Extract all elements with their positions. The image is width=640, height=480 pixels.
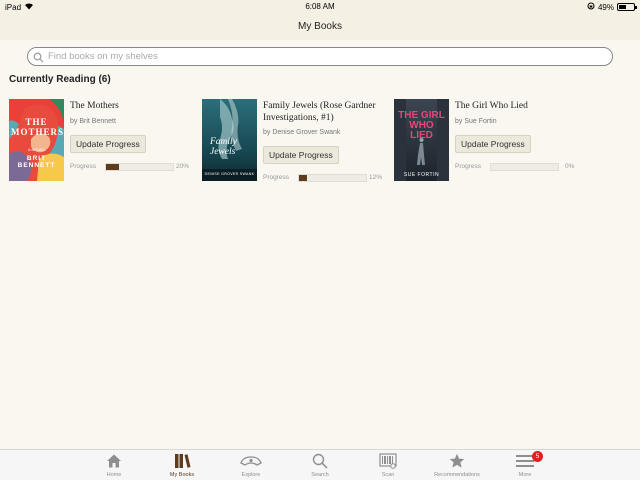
tab-more[interactable]: 5 More — [495, 451, 555, 480]
star-icon — [427, 453, 487, 470]
home-icon — [84, 453, 144, 470]
status-bar: iPad 6:08 AM 49% — [0, 0, 640, 14]
books-icon — [152, 453, 212, 470]
cover-author-text: DENISE GROVER SWANK — [204, 172, 255, 176]
book-cover[interactable]: Family Jewels DENISE GROVER SWANK — [202, 99, 257, 181]
cover-title-text: Family Jewels — [210, 137, 237, 157]
book-card: THE GIRL WHO LIED SUE FORTIN The Girl Wh… — [394, 99, 579, 184]
book-cover[interactable]: THE MOTHERS A NOVEL BRIT BENNETT — [9, 99, 64, 181]
book-author[interactable]: by Sue Fortin — [455, 118, 497, 125]
progress-percent: 12% — [369, 174, 383, 181]
notification-badge: 5 — [532, 451, 543, 462]
status-right: 49% — [587, 2, 637, 12]
progress-percent: 0% — [565, 163, 575, 170]
book-card: Family Jewels DENISE GROVER SWANK Family… — [202, 99, 387, 184]
book-cover[interactable]: THE GIRL WHO LIED SUE FORTIN — [394, 99, 449, 181]
book-card: THE MOTHERS A NOVEL BRIT BENNETT The Mot… — [9, 99, 194, 184]
tab-label: Explore — [241, 472, 261, 478]
cover-author-text: BRIT BENNETT — [17, 155, 56, 169]
progress-fill — [106, 164, 120, 170]
book-title[interactable]: Family Jewels (Rose Gardner Investigatio… — [263, 100, 387, 124]
tab-search[interactable]: Search — [290, 453, 350, 480]
explore-icon — [221, 453, 281, 470]
page-title: My Books — [0, 14, 640, 40]
cover-subtitle-text: A NOVEL — [27, 147, 46, 152]
battery-icon — [617, 3, 637, 11]
section-title: Currently Reading (6) — [9, 74, 111, 85]
tab-label: Home — [106, 472, 122, 478]
update-progress-button[interactable]: Update Progress — [455, 135, 531, 153]
progress-percent: 20% — [176, 163, 190, 170]
progress-label: Progress — [263, 174, 290, 181]
progress-bar — [490, 163, 559, 171]
cover-title-text: THE MOTHERS — [11, 117, 64, 137]
progress-bar — [105, 163, 174, 171]
tab-recommendations[interactable]: Recommendations — [427, 453, 487, 480]
search-icon — [290, 453, 350, 470]
tab-label: More — [518, 472, 532, 478]
tab-label: Scan — [381, 472, 395, 478]
search-icon — [33, 50, 44, 63]
update-progress-button[interactable]: Update Progress — [70, 135, 146, 153]
progress-bar — [298, 174, 367, 182]
book-author[interactable]: by Brit Bennett — [70, 118, 116, 125]
tab-bar: Home My Books Explore Search Scan Recomm… — [0, 449, 640, 480]
status-time: 6:08 AM — [305, 2, 335, 11]
progress-fill — [299, 175, 308, 181]
tab-home[interactable]: Home — [84, 453, 144, 480]
search-bar — [27, 46, 613, 66]
progress-label: Progress — [70, 163, 97, 170]
battery-percent: 49% — [597, 2, 614, 12]
rotation-lock-icon — [587, 2, 595, 12]
book-title[interactable]: The Mothers — [70, 100, 194, 112]
cover-title-text: THE GIRL WHO LIED — [398, 110, 445, 141]
cover-author-text: SUE FORTIN — [403, 172, 440, 178]
tab-label: Search — [311, 472, 329, 478]
book-title[interactable]: The Girl Who Lied — [455, 100, 579, 112]
tab-explore[interactable]: Explore — [221, 453, 281, 480]
progress-label: Progress — [455, 163, 482, 170]
tab-label: My Books — [169, 472, 195, 478]
tab-scan[interactable]: Scan — [358, 453, 418, 480]
scan-icon — [358, 453, 418, 470]
tab-my-books[interactable]: My Books — [152, 453, 212, 480]
tab-label: Recommendations — [434, 472, 480, 478]
update-progress-button[interactable]: Update Progress — [263, 146, 339, 164]
menu-icon — [495, 453, 555, 470]
search-input[interactable] — [27, 47, 613, 66]
book-author[interactable]: by Denise Grover Swank — [263, 129, 340, 136]
